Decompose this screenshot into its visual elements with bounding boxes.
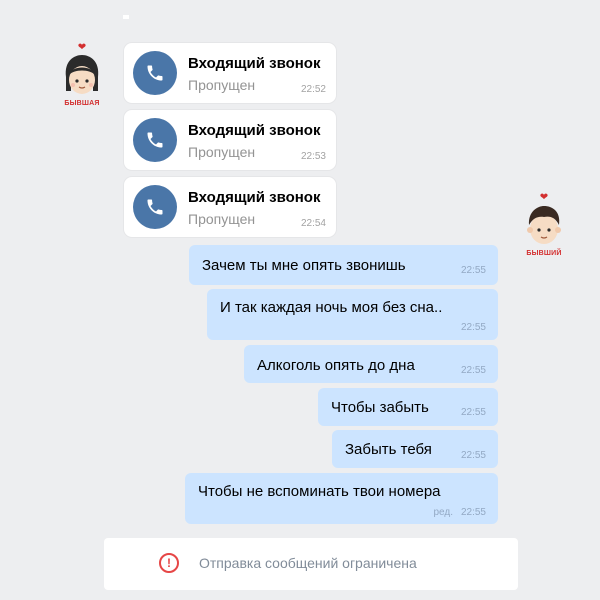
message-bubble[interactable]: Забыть тебя 22:55 [332,430,498,468]
phone-icon [133,118,177,162]
message-text: Алкоголь опять до дна [257,357,415,374]
call-time: 22:52 [300,84,326,95]
message-text: Чтобы забыть [331,399,429,416]
phone-icon [133,185,177,229]
avatar-ex-boyfriend: ❤ БЫВШИЙ [516,192,572,257]
call-time: 22:53 [300,151,326,162]
message-time: 22:55 [460,265,486,276]
missed-call-card[interactable]: Входящий звонок Пропущен 22:53 [124,110,336,170]
message-time: 22:55 [460,407,486,418]
avatar-label-left: БЫВШАЯ [64,100,100,107]
broken-heart-icon: ❤ [77,42,87,53]
message-time: 22:55 [460,322,486,333]
call-time: 22:54 [300,218,326,229]
message-edited-label: ред. [433,507,453,518]
message-bubble[interactable]: Алкоголь опять до дна 22:55 [244,345,498,383]
message-text: Забыть тебя [345,441,432,458]
message-text: И так каждая ночь моя без сна.. [220,299,443,316]
call-title: Входящий звонок [188,55,321,72]
avatar-ex-girlfriend: ❤ БЫВШАЯ [54,42,110,107]
notice-text: Отправка сообщений ограничена [199,555,417,571]
message-bubble[interactable]: Чтобы не вспоминать твои номера ред. 22:… [185,473,498,524]
message-time: 22:55 [460,507,486,518]
girl-face-icon [65,55,99,94]
message-bubble[interactable]: Чтобы забыть 22:55 [318,388,498,426]
call-title: Входящий звонок [188,122,321,139]
missed-call-card[interactable]: Входящий звонок Пропущен 22:54 [124,177,336,237]
call-status: Пропущен [188,77,256,93]
avatar-label-right: БЫВШИЙ [526,250,562,257]
phone-icon [133,51,177,95]
message-time: 22:55 [460,450,486,461]
messaging-restricted-banner: ! Отправка сообщений ограничена [104,538,518,590]
message-text: Зачем ты мне опять звонишь [202,257,406,274]
message-time: 22:55 [460,365,486,376]
call-status: Пропущен [188,144,256,160]
top-mark [123,15,129,19]
missed-call-card[interactable]: Входящий звонок Пропущен 22:52 [124,43,336,103]
warning-icon: ! [159,553,179,573]
boy-face-icon [527,206,561,244]
call-status: Пропущен [188,211,256,227]
message-text: Чтобы не вспоминать твои номера [198,483,441,500]
call-title: Входящий звонок [188,189,321,206]
broken-heart-icon: ❤ [539,192,549,203]
message-bubble[interactable]: Зачем ты мне опять звонишь 22:55 [189,245,498,285]
message-bubble[interactable]: И так каждая ночь моя без сна.. 22:55 [207,289,498,340]
